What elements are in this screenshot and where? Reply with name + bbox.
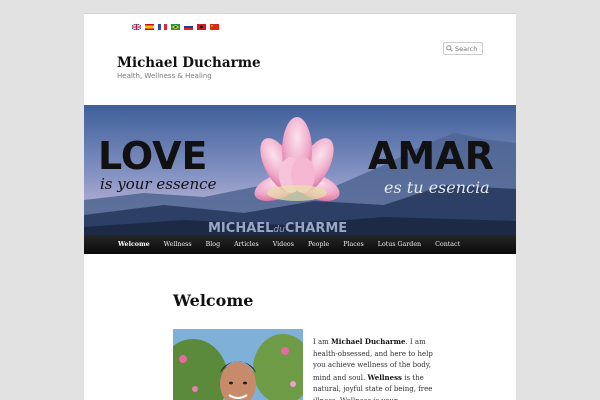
language-flags — [132, 24, 219, 30]
nav-item-lotus-garden[interactable]: Lotus Garden — [371, 235, 428, 254]
nav-item-blog[interactable]: Blog — [199, 235, 227, 254]
banner-amar-sub: es tu esencia — [384, 178, 490, 197]
site-title[interactable]: Michael Ducharme — [117, 55, 261, 71]
page: Michael Ducharme Health, Wellness & Heal… — [84, 13, 516, 400]
profile-photo — [173, 329, 303, 400]
french-flag-icon[interactable] — [158, 24, 167, 30]
main-nav: Welcome Wellness Blog Articles Videos Pe… — [84, 235, 516, 254]
spanish-flag-icon[interactable] — [145, 24, 154, 30]
nav-item-videos[interactable]: Videos — [266, 235, 301, 254]
site-description: Health, Wellness & Healing — [117, 72, 212, 80]
nav-item-places[interactable]: Places — [336, 235, 371, 254]
banner-love: LOVE — [98, 134, 208, 178]
welcome-text: I am Michael Ducharme. I am health-obses… — [313, 337, 433, 400]
search-input[interactable] — [455, 44, 485, 53]
banner-image: LOVE is your essence AMAR es tu esencia … — [84, 105, 516, 235]
albanian-flag-icon[interactable] — [197, 24, 206, 30]
page-title: Welcome — [173, 291, 254, 310]
chinese-flag-icon[interactable] — [210, 24, 219, 30]
header-banner[interactable]: LOVE is your essence AMAR es tu esencia … — [84, 105, 516, 235]
search-box[interactable] — [443, 42, 485, 55]
search-icon — [446, 45, 453, 52]
brazil-flag-icon[interactable] — [171, 24, 180, 30]
banner-love-sub: is your essence — [100, 175, 217, 193]
nav-item-contact[interactable]: Contact — [428, 235, 467, 254]
banner-amar: AMAR — [368, 134, 494, 178]
nav-item-wellness[interactable]: Wellness — [157, 235, 199, 254]
russian-flag-icon[interactable] — [184, 24, 193, 30]
nav-item-articles[interactable]: Articles — [227, 235, 266, 254]
nav-item-welcome[interactable]: Welcome — [111, 235, 157, 254]
english-flag-icon[interactable] — [132, 24, 141, 30]
nav-item-people[interactable]: People — [301, 235, 336, 254]
